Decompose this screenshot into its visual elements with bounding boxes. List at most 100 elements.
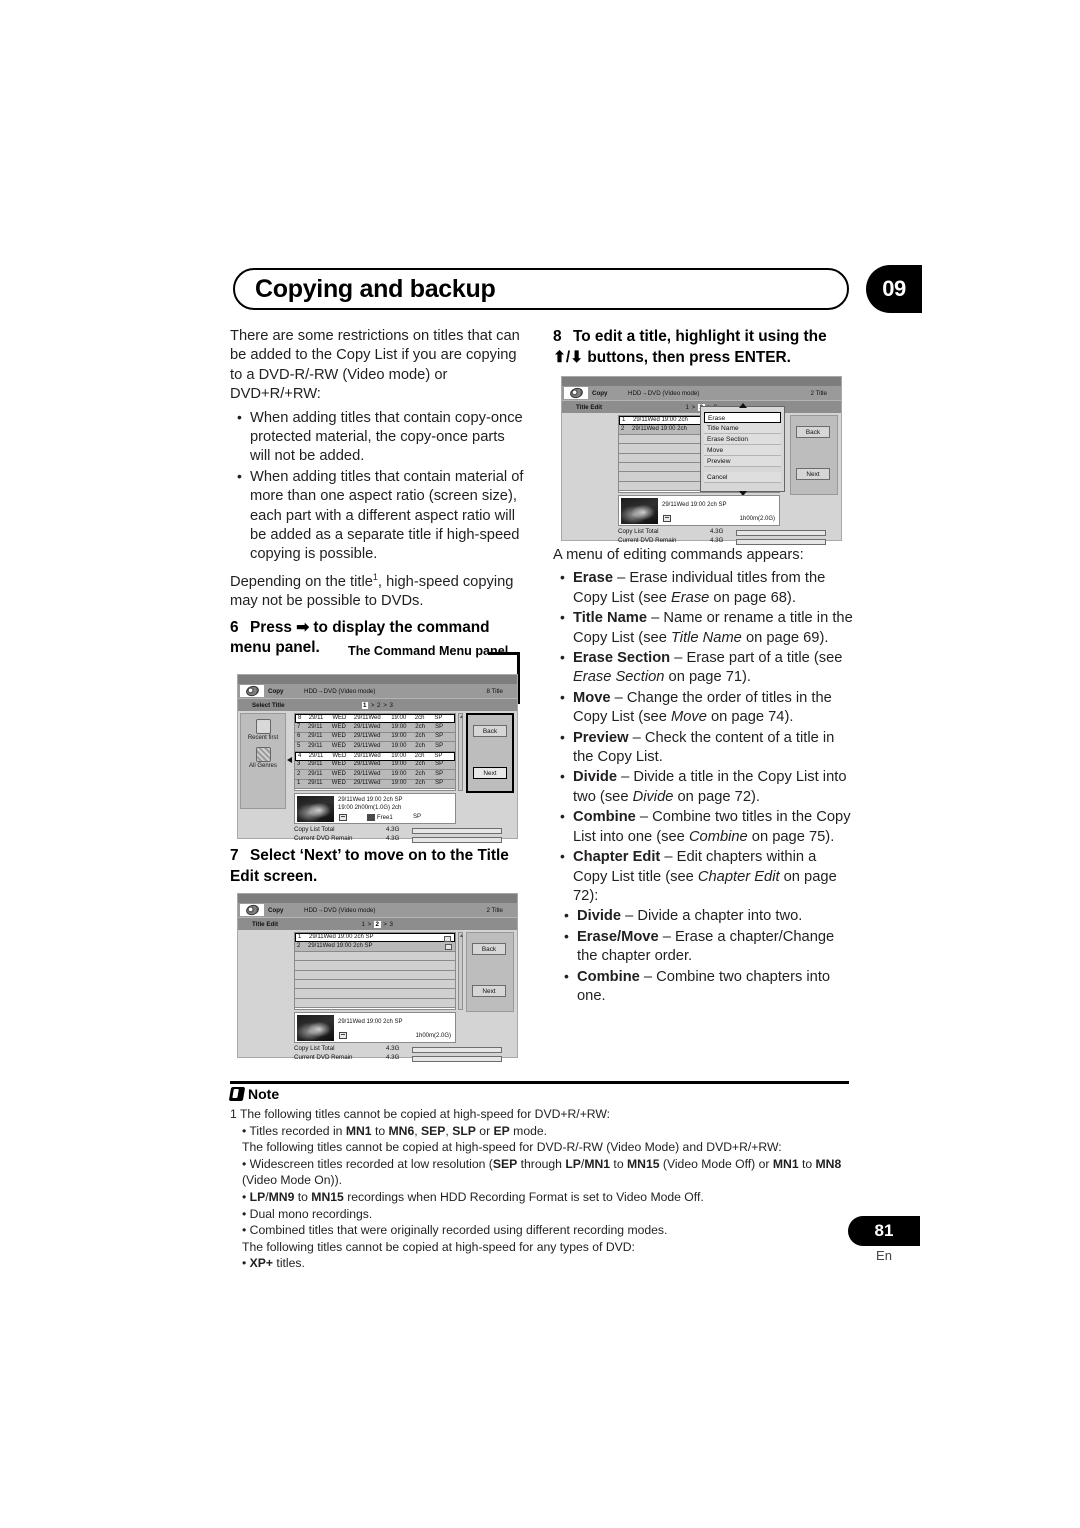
step-8-number: 8 bbox=[553, 328, 562, 345]
row-date: 29/11 bbox=[307, 723, 323, 730]
step-8-line-1: To edit a title, highlight it using the bbox=[573, 328, 827, 345]
note-line: • Combined titles that were originally r… bbox=[242, 1223, 668, 1238]
total-row: Copy List Total 4.3G bbox=[294, 826, 509, 835]
row-day: WED bbox=[331, 770, 346, 777]
next-button[interactable]: Next bbox=[473, 767, 507, 779]
page-language: En bbox=[876, 1248, 892, 1263]
callout-line-horizontal bbox=[488, 652, 520, 655]
command-item: Move – Change the order of titles in the… bbox=[553, 688, 853, 728]
menu-item-preview[interactable]: Preview bbox=[704, 456, 781, 467]
list-item: When adding titles that contain copy-onc… bbox=[230, 408, 526, 467]
step-7-number: 7 bbox=[230, 847, 239, 864]
total-row: Copy List Total 4.3G bbox=[294, 1045, 509, 1054]
preview-line-1: 29/11Wed 19:00 2ch SP bbox=[338, 1019, 403, 1025]
chapter-mark-icon bbox=[663, 515, 671, 522]
chapter-mark-icon bbox=[445, 943, 452, 950]
page-number: 81 bbox=[848, 1216, 920, 1246]
subcommand-item: Divide – Divide a chapter into two. bbox=[553, 906, 853, 926]
row-date2: 29/11Wed bbox=[353, 761, 381, 768]
menu-item-erase-section[interactable]: Erase Section bbox=[704, 434, 781, 445]
table-row[interactable]: 1 29/11 WED 29/11Wed 19:00 2ch SP bbox=[295, 779, 455, 790]
chapter-edit-subcommands-list: Divide – Divide a chapter into two.Erase… bbox=[553, 906, 853, 1007]
screenshot-select-title: Copy HDD→DVD (Video mode) 8 Title Select… bbox=[237, 674, 518, 843]
right-arrow-icon: ➡ bbox=[296, 618, 310, 636]
row-date: 29/11 bbox=[307, 761, 323, 768]
row-day: WED bbox=[331, 780, 346, 787]
row-time: 19:00 bbox=[391, 761, 407, 768]
command-item: Chapter Edit – Edit chapters within a Co… bbox=[553, 847, 853, 906]
row-date2: 29/11Wed bbox=[353, 742, 381, 749]
restrictions-list: When adding titles that contain copy-onc… bbox=[230, 408, 526, 565]
vertical-scrollbar[interactable]: ▲ bbox=[458, 932, 464, 1010]
total-row: Current DVD Remain 4.3G bbox=[294, 1054, 509, 1063]
subcommand-desc: – Divide a chapter into two. bbox=[621, 908, 803, 925]
total-progress-bar bbox=[412, 1046, 502, 1053]
table-row-empty bbox=[295, 998, 455, 1009]
next-button[interactable]: Next bbox=[796, 468, 830, 480]
command-term: Preview bbox=[573, 729, 629, 746]
chapter-mark-icon bbox=[444, 935, 451, 942]
totals-panel: Copy List Total 4.3G Current DVD Remain … bbox=[618, 528, 833, 546]
depending-paragraph: Depending on the title1, high-speed copy… bbox=[230, 568, 526, 612]
total-progress-bar bbox=[412, 836, 502, 843]
note-title: Note bbox=[248, 1086, 280, 1102]
table-row[interactable]: 2 29/11Wed 19:00 2ch SP bbox=[295, 942, 455, 952]
back-button[interactable]: Back bbox=[796, 426, 830, 438]
row-text: 29/11Wed 19:00 2ch SP bbox=[308, 942, 373, 949]
row-day: WED bbox=[331, 761, 346, 768]
tool-label-all-genres[interactable]: All Genres bbox=[241, 763, 285, 769]
back-button[interactable]: Back bbox=[472, 943, 506, 955]
total-value: 4.3G bbox=[710, 537, 724, 544]
free-space-icon bbox=[367, 814, 375, 821]
screen-step-indicator: 1 > 2 > 3 bbox=[362, 920, 394, 928]
scroll-up-arrow-icon[interactable] bbox=[738, 402, 747, 408]
menu-intro-paragraph: A menu of editing commands appears: bbox=[553, 547, 804, 563]
command-reference: Erase bbox=[670, 589, 710, 606]
preview-free-label: Free1 bbox=[377, 814, 393, 821]
table-row-empty bbox=[295, 989, 455, 999]
table-row[interactable]: 5 29/11 WED 29/11Wed 19:00 2ch SP bbox=[295, 742, 455, 752]
sort-icon[interactable] bbox=[255, 719, 271, 734]
total-progress-bar bbox=[736, 529, 826, 536]
screen-title-count: 2 Title bbox=[486, 906, 503, 914]
command-menu-callout-label: The Command Menu panel bbox=[348, 644, 509, 658]
command-item: Combine – Combine two titles in the Copy… bbox=[553, 807, 853, 847]
screen-app-label: Copy bbox=[592, 389, 608, 397]
menu-item-cancel[interactable]: Cancel bbox=[704, 472, 781, 483]
left-pointer-icon bbox=[287, 757, 292, 763]
step-6-number: 6 bbox=[230, 618, 239, 636]
next-button[interactable]: Next bbox=[472, 985, 506, 997]
back-button[interactable]: Back bbox=[473, 725, 507, 737]
preview-panel: 29/11Wed 19:00 2ch SP 19:00 2h00m(1.0G) … bbox=[294, 793, 456, 824]
menu-item-erase[interactable]: Erase bbox=[704, 412, 781, 423]
subcommand-item: Combine – Combine two chapters into one. bbox=[553, 967, 853, 1007]
command-menu-panel: Back Next bbox=[466, 713, 514, 793]
note-line: The following titles cannot be copied at… bbox=[242, 1140, 782, 1155]
command-desc-post: on page 74). bbox=[706, 709, 794, 726]
note-divider bbox=[230, 1081, 849, 1084]
title-list: 1 29/11Wed 19:00 2ch SP 2 29/11Wed 19:00 2… bbox=[294, 932, 456, 1010]
row-time: 19:00 bbox=[391, 733, 407, 740]
screen-titlebar: Copy HDD→DVD (Video mode) 2 Title bbox=[238, 902, 517, 917]
command-reference: Chapter Edit bbox=[697, 868, 780, 885]
total-label: Current DVD Remain bbox=[294, 835, 353, 842]
command-reference: Combine bbox=[688, 828, 748, 845]
total-progress-bar bbox=[736, 538, 826, 545]
vertical-scrollbar[interactable]: ▲ bbox=[458, 713, 464, 791]
totals-panel: Copy List Total 4.3G Current DVD Remain … bbox=[294, 1045, 509, 1063]
command-item: Preview – Check the content of a title i… bbox=[553, 728, 853, 768]
screenshot-title-edit: Copy HDD→DVD (Video mode) 2 Title Title … bbox=[237, 893, 518, 1062]
menu-item-title-name[interactable]: Title Name bbox=[704, 423, 781, 434]
row-audio: 2ch bbox=[415, 780, 425, 787]
row-date: 29/11 bbox=[307, 742, 323, 749]
genres-icon[interactable] bbox=[255, 747, 271, 762]
command-reference: Title Name bbox=[670, 629, 742, 646]
menu-item-move[interactable]: Move bbox=[704, 445, 781, 456]
screen-step-indicator: 1 > 2 > 3 bbox=[361, 701, 394, 709]
command-desc-post: on page 72). bbox=[673, 788, 760, 805]
command-item: Divide – Divide a title in the Copy List… bbox=[553, 767, 853, 807]
screenshot-title-edit-menu: Copy HDD→DVD (Video mode) 2 Title Title … bbox=[561, 376, 842, 546]
screen-stage: 1 29/11Wed 19:00 2ch 2 29/11Wed 19:00 2ch … bbox=[562, 402, 841, 546]
row-date2: 29/11Wed bbox=[353, 770, 381, 777]
row-day: WED bbox=[331, 742, 346, 749]
